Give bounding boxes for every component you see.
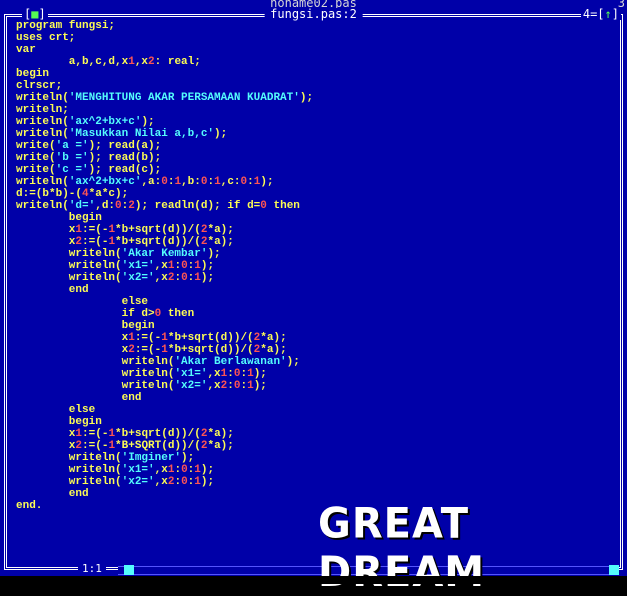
- code-line[interactable]: begin: [16, 68, 313, 80]
- code-line[interactable]: clrscr;: [16, 80, 313, 92]
- editor-title-bar[interactable]: [■] fungsi.pas:2 4=[↑]: [0, 8, 627, 20]
- zoom-icon[interactable]: ↑: [605, 7, 612, 21]
- code-line[interactable]: writeln('ax^2+bx+c');: [16, 116, 313, 128]
- code-line[interactable]: writeln('Akar Berlawanan');: [16, 356, 313, 368]
- scroll-left-arrow-icon[interactable]: [124, 565, 134, 575]
- code-line[interactable]: else: [16, 404, 313, 416]
- code-line[interactable]: end: [16, 392, 313, 404]
- code-line[interactable]: begin: [16, 416, 313, 428]
- code-line[interactable]: write('c ='); read(c);: [16, 164, 313, 176]
- code-line[interactable]: end.: [16, 500, 313, 512]
- code-line[interactable]: x1:=(-1*b+sqrt(d))/(2*a);: [16, 332, 313, 344]
- code-line[interactable]: begin: [16, 320, 313, 332]
- code-line[interactable]: a,b,c,d,x1,x2: real;: [16, 56, 313, 68]
- code-line[interactable]: writeln('ax^2+bx+c',a:0:1,b:0:1,c:0:1);: [16, 176, 313, 188]
- cursor-position: 1:1: [78, 562, 106, 576]
- code-line[interactable]: x2:=(-1*b+sqrt(d))/(2*a);: [16, 344, 313, 356]
- code-line[interactable]: program fungsi;: [16, 20, 313, 32]
- code-line[interactable]: else: [16, 296, 313, 308]
- code-line[interactable]: x1:=(-1*b+sqrt(d))/(2*a);: [16, 428, 313, 440]
- code-line[interactable]: write('a ='); read(a);: [16, 140, 313, 152]
- close-icon: ■: [31, 7, 39, 21]
- code-editor-area[interactable]: program fungsi; uses crt; var a,b,c,d,x1,x…: [16, 20, 313, 512]
- code-line[interactable]: end: [16, 284, 313, 296]
- code-line[interactable]: writeln('d=',d:0:2); readln(d); if d=0 t…: [16, 200, 313, 212]
- code-line[interactable]: writeln('x1=',x1:0:1);: [16, 464, 313, 476]
- code-line[interactable]: d:=(b*b)-(4*a*c);: [16, 188, 313, 200]
- code-line[interactable]: writeln('x2=',x2:0:1);: [16, 272, 313, 284]
- code-line[interactable]: writeln('MENGHITUNG AKAR PERSAMAAN KUADR…: [16, 92, 313, 104]
- code-line[interactable]: writeln('Imginer');: [16, 452, 313, 464]
- vertical-scrollbar[interactable]: [613, 26, 621, 556]
- code-line[interactable]: uses crt;: [16, 32, 313, 44]
- code-line[interactable]: writeln('x2=',x2:0:1);: [16, 476, 313, 488]
- code-line[interactable]: writeln('x2=',x2:0:1);: [16, 380, 313, 392]
- code-line[interactable]: writeln('x1=',x1:0:1);: [16, 260, 313, 272]
- screen-bottom-strip: [0, 576, 627, 584]
- close-box-button[interactable]: [■]: [22, 8, 48, 20]
- editor-title: fungsi.pas:2: [264, 8, 363, 20]
- code-line[interactable]: write('b ='); read(b);: [16, 152, 313, 164]
- code-line[interactable]: x1:=(-1*b+sqrt(d))/(2*a);: [16, 224, 313, 236]
- code-line[interactable]: writeln('Masukkan Nilai a,b,c');: [16, 128, 313, 140]
- code-line[interactable]: begin: [16, 212, 313, 224]
- code-line[interactable]: end: [16, 488, 313, 500]
- window-number-zoom[interactable]: 4=[↑]: [580, 7, 621, 21]
- code-line[interactable]: if d>0 then: [16, 308, 313, 320]
- code-line[interactable]: x2:=(-1*B+SQRT(d))/(2*a);: [16, 440, 313, 452]
- code-line[interactable]: writeln('Akar Kembar');: [16, 248, 313, 260]
- editor-window[interactable]: [■] fungsi.pas:2 4=[↑] program fungsi; us…: [0, 8, 627, 576]
- code-line[interactable]: var: [16, 44, 313, 56]
- window-number: 4: [582, 7, 591, 21]
- code-line[interactable]: writeln('x1=',x1:0:1);: [16, 368, 313, 380]
- code-line[interactable]: writeln;: [16, 104, 313, 116]
- code-line[interactable]: x2:=(-1*b+sqrt(d))/(2*a);: [16, 236, 313, 248]
